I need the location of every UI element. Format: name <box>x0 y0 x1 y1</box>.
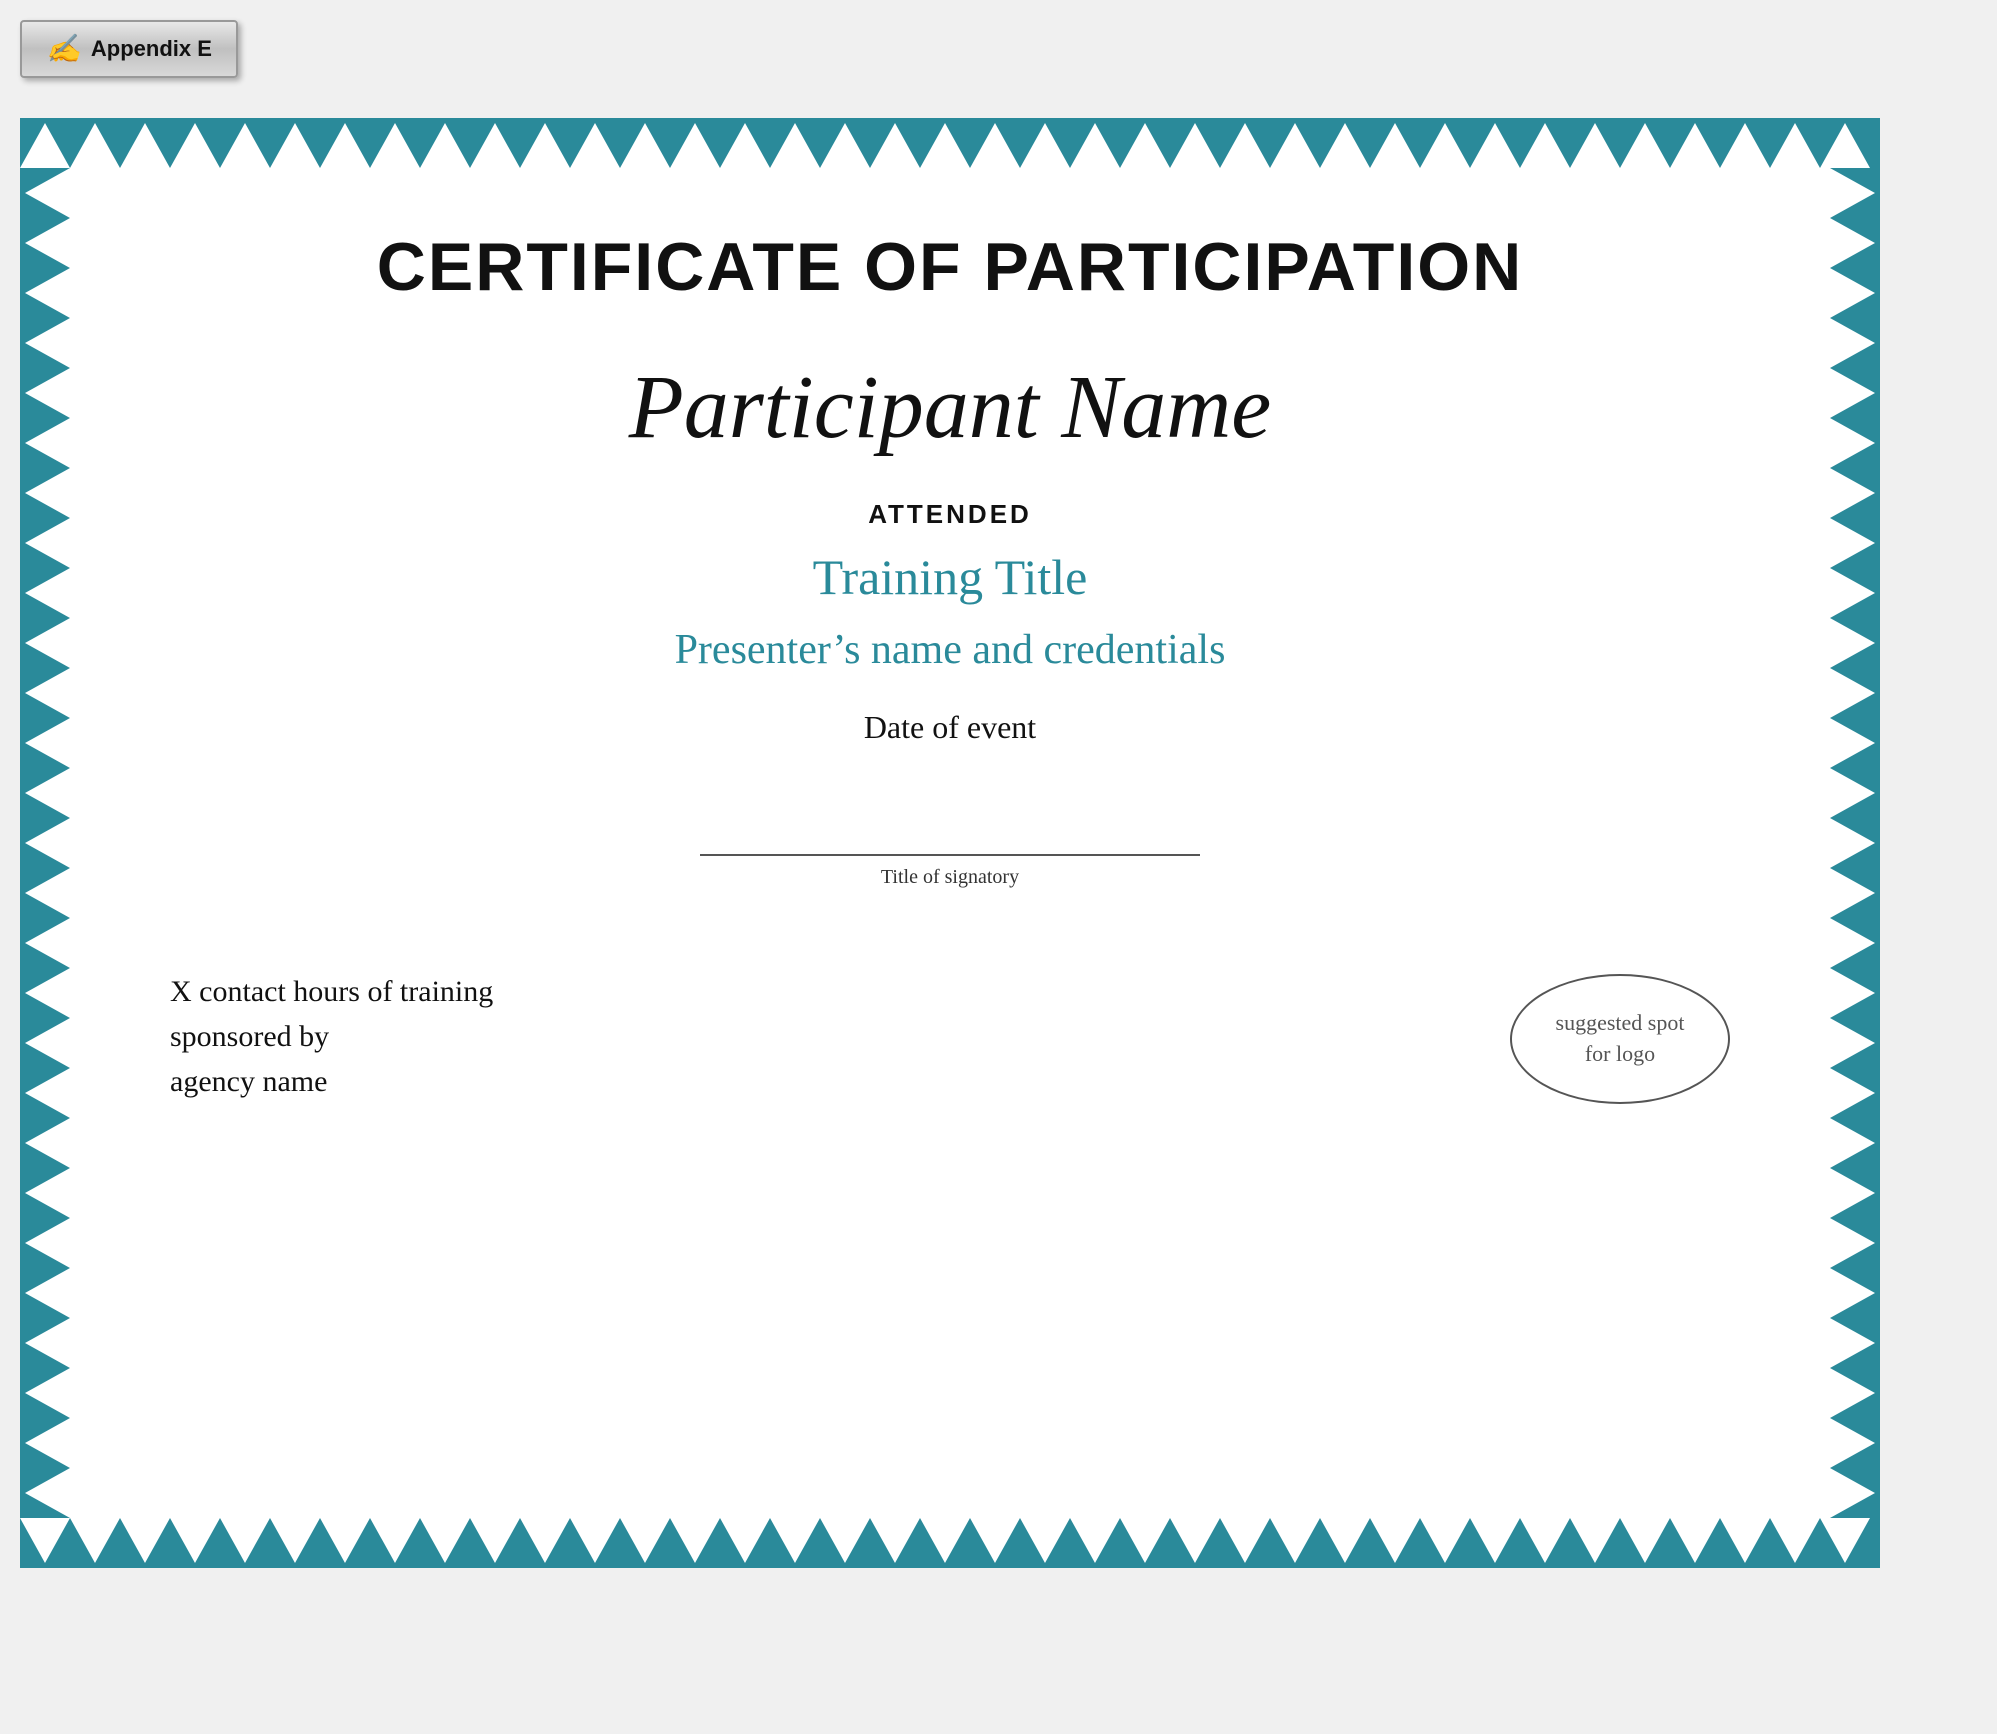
border-left-svg <box>20 168 70 1518</box>
logo-spot-line2: for logo <box>1585 1041 1655 1066</box>
contact-hours: X contact hours of training sponsored by… <box>170 969 493 1104</box>
contact-hours-line2: sponsored by <box>170 1014 493 1059</box>
signature-line-wrapper: Title of signatory <box>700 826 1200 889</box>
signature-label: Title of signatory <box>700 866 1200 889</box>
event-date: Date of event <box>170 709 1730 746</box>
signature-section: Title of signatory <box>170 826 1730 889</box>
bottom-section: X contact hours of training sponsored by… <box>170 969 1730 1104</box>
certificate-title: Certificate of Participation <box>170 228 1730 306</box>
border-top-svg <box>20 118 1880 168</box>
logo-spot: suggested spot for logo <box>1510 974 1730 1104</box>
presenter-name: Presenter’s name and credentials <box>170 626 1730 674</box>
logo-spot-line1: suggested spot <box>1556 1010 1685 1035</box>
certificate-content: Certificate of Participation Participant… <box>70 168 1830 1518</box>
border-bottom-svg <box>20 1518 1880 1568</box>
certificate-wrapper: Certificate of Participation Participant… <box>20 118 1880 1568</box>
border-right-svg <box>1830 168 1880 1518</box>
contact-hours-line1: X contact hours of training <box>170 969 493 1014</box>
appendix-icon: ✍ <box>46 32 81 66</box>
signature-line <box>700 826 1200 856</box>
appendix-label: Appendix E <box>91 36 212 62</box>
appendix-button[interactable]: ✍ Appendix E <box>20 20 238 78</box>
attended-label: ATTENDED <box>170 499 1730 530</box>
training-title: Training Title <box>170 548 1730 606</box>
contact-hours-line3: agency name <box>170 1059 493 1104</box>
participant-name: Participant Name <box>170 356 1730 459</box>
